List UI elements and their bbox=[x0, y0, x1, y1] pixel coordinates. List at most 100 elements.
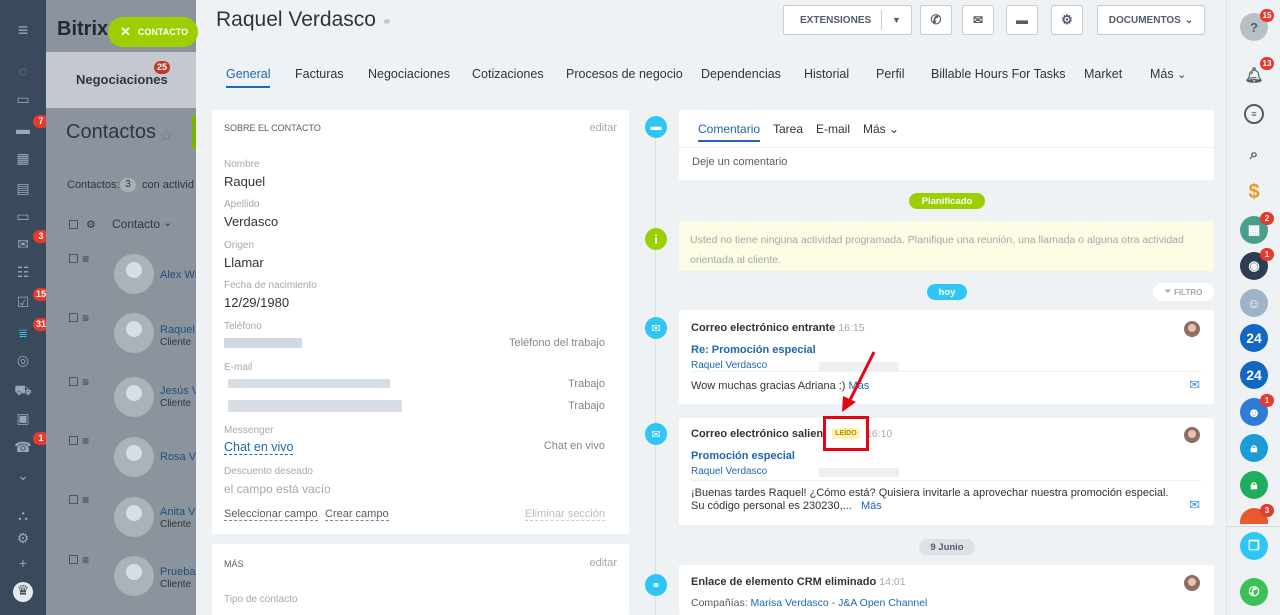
reply-email-icon[interactable]: ✉ bbox=[1189, 497, 1200, 513]
table-row[interactable]: Jesús V bbox=[160, 385, 199, 397]
copy-icon[interactable]: ❐ bbox=[1240, 532, 1268, 560]
tasks-icon[interactable]: ☑ bbox=[14, 294, 32, 310]
tab-facturas[interactable]: Facturas bbox=[295, 67, 344, 81]
avatar bbox=[114, 556, 154, 596]
phone-button[interactable]: ✆ bbox=[920, 5, 952, 35]
star-icon[interactable]: ☆ bbox=[159, 126, 173, 146]
tab-more[interactable]: Más ⌄ bbox=[1150, 67, 1186, 81]
row-checkbox[interactable]: ☐ ≡ bbox=[68, 493, 89, 507]
composer-tab-task[interactable]: Tarea bbox=[773, 122, 803, 136]
comment-input[interactable]: Deje un comentario bbox=[692, 156, 787, 168]
tab-perfil[interactable]: Perfil bbox=[876, 67, 904, 81]
search-icon[interactable]: ⌕ bbox=[1240, 140, 1268, 168]
field-label: Messenger bbox=[224, 425, 274, 436]
phone-call-icon[interactable]: ✆ bbox=[1240, 578, 1268, 606]
select-all-checkbox[interactable]: ☐ bbox=[68, 218, 79, 232]
target-icon[interactable]: ◎ bbox=[14, 352, 32, 368]
more-icon[interactable]: ⌄ bbox=[14, 467, 32, 483]
chat-button[interactable]: ▬ bbox=[1006, 5, 1038, 35]
avatar[interactable] bbox=[1184, 575, 1200, 591]
chat-icon[interactable]: ▬ bbox=[14, 121, 32, 137]
menu-icon[interactable]: ≡ bbox=[14, 21, 32, 39]
email-button[interactable]: ✉ bbox=[962, 5, 994, 35]
delete-section-link[interactable]: Eliminar sección bbox=[524, 508, 605, 521]
tab-historial[interactable]: Historial bbox=[804, 67, 849, 81]
select-field-link[interactable]: Seleccionar campo bbox=[224, 508, 318, 521]
field-birthdate[interactable]: 12/29/1980 bbox=[224, 295, 289, 310]
extensions-button[interactable]: EXTENSIONES ▼ bbox=[783, 5, 912, 35]
contact-center-icon[interactable]: ▣ bbox=[14, 410, 32, 426]
table-row[interactable]: Anita V bbox=[160, 506, 195, 518]
cart-icon[interactable]: ⛟ bbox=[14, 382, 32, 398]
reply-email-icon[interactable]: ✉ bbox=[1189, 377, 1200, 393]
settings-button[interactable]: ⚙ bbox=[1051, 5, 1083, 35]
gear-icon[interactable]: ⚙ bbox=[86, 218, 96, 231]
lock-icon[interactable]: 🔒︎ bbox=[1240, 471, 1268, 499]
company-link[interactable]: Marisa Verdasco - J&A Open Channel bbox=[751, 597, 928, 609]
row-checkbox[interactable]: ☐ ≡ bbox=[68, 311, 89, 325]
more-link[interactable]: Más bbox=[861, 500, 882, 512]
settings-icon[interactable]: ⚙ bbox=[14, 530, 32, 546]
tab-general[interactable]: General bbox=[226, 67, 271, 88]
drive-icon[interactable]: ▭ bbox=[14, 208, 32, 224]
add-icon[interactable]: + bbox=[14, 555, 32, 571]
field-last-name[interactable]: Verdasco bbox=[224, 214, 278, 229]
email-from-link[interactable]: Raquel Verdasco bbox=[691, 466, 767, 477]
sitemap-icon[interactable]: ⛬ bbox=[14, 507, 32, 523]
email-value-redacted[interactable] bbox=[228, 379, 390, 388]
documents-button[interactable]: DOCUMENTOS ⌄ bbox=[1097, 5, 1205, 35]
row-checkbox[interactable]: ☐ ≡ bbox=[68, 553, 89, 567]
link-icon[interactable]: ⚭ bbox=[382, 15, 392, 29]
documents-icon[interactable]: ▤ bbox=[14, 180, 32, 196]
chat-list-icon[interactable]: ≡ bbox=[1244, 104, 1264, 124]
avatar[interactable] bbox=[1184, 427, 1200, 443]
mail-icon[interactable]: ✉ bbox=[14, 236, 32, 252]
calendar-icon[interactable]: ▦ bbox=[14, 150, 32, 166]
edit-link[interactable]: editar bbox=[589, 557, 617, 569]
row-checkbox[interactable]: ☐ ≡ bbox=[68, 375, 89, 389]
column-contact[interactable]: Contacto bbox=[112, 217, 160, 231]
field-origin[interactable]: Llamar bbox=[224, 255, 264, 270]
tab-dependencias[interactable]: Dependencias bbox=[701, 67, 781, 81]
messenger-link[interactable]: Chat en vivo bbox=[224, 440, 294, 455]
email-subject-link[interactable]: Re: Promoción especial bbox=[691, 344, 816, 356]
groups-icon[interactable]: ☷ bbox=[14, 264, 32, 280]
filter-button[interactable]: ⏷ FILTRO bbox=[1153, 283, 1214, 301]
edit-link[interactable]: editar bbox=[589, 122, 617, 134]
composer-tab-comment[interactable]: Comentario bbox=[698, 122, 761, 142]
field-first-name[interactable]: Raquel bbox=[224, 174, 265, 189]
feed-icon[interactable]: ▭ bbox=[14, 91, 32, 107]
close-slider-button[interactable]: ✕ CONTACTO bbox=[108, 17, 198, 47]
composer-tab-more[interactable]: Más ⌄ bbox=[863, 122, 899, 136]
avatar[interactable] bbox=[1184, 321, 1200, 337]
tab-billable-hours[interactable]: Billable Hours For Tasks bbox=[931, 67, 1066, 81]
annotation-arrow-icon bbox=[842, 351, 876, 412]
row-checkbox[interactable]: ☐ ≡ bbox=[68, 252, 89, 266]
create-field-link[interactable]: Crear campo bbox=[325, 508, 389, 521]
tab-negociaciones[interactable]: Negociaciones bbox=[368, 67, 450, 81]
dollar-icon[interactable]: $ bbox=[1240, 178, 1268, 206]
user-avatar[interactable]: ☺ bbox=[1240, 289, 1268, 317]
activity-icon[interactable]: ◌ bbox=[14, 63, 32, 79]
row-checkbox[interactable]: ☐ ≡ bbox=[68, 434, 89, 448]
table-row[interactable]: Alex Wi bbox=[160, 269, 197, 281]
email-value-redacted[interactable] bbox=[228, 400, 402, 412]
lock-icon[interactable]: 🔒︎ bbox=[1240, 434, 1268, 462]
table-row[interactable]: Rosa V bbox=[160, 451, 196, 463]
tab-cotizaciones[interactable]: Cotizaciones bbox=[472, 67, 544, 81]
phone-value-redacted[interactable] bbox=[224, 338, 302, 348]
bitrix24-icon[interactable]: 24 bbox=[1240, 361, 1268, 389]
table-row[interactable]: Raquel bbox=[160, 324, 195, 336]
table-row[interactable]: Prueba bbox=[160, 566, 195, 578]
email-subject-link[interactable]: Promoción especial bbox=[691, 450, 795, 462]
telephony-icon[interactable]: ☎ bbox=[14, 439, 32, 455]
contact-last-name: Verdasco bbox=[288, 8, 376, 31]
bitrix24-icon[interactable]: 24 bbox=[1240, 324, 1268, 352]
email-from-link[interactable]: Raquel Verdasco bbox=[691, 360, 767, 371]
tab-market[interactable]: Market bbox=[1084, 67, 1122, 81]
crm-icon[interactable]: ⩸ bbox=[14, 325, 32, 341]
composer-tab-email[interactable]: E-mail bbox=[816, 122, 850, 136]
crown-icon[interactable]: ♛ bbox=[13, 582, 33, 602]
field-discount[interactable]: el campo está vacío bbox=[224, 482, 331, 496]
tab-procesos[interactable]: Procesos de negocio bbox=[566, 67, 683, 81]
